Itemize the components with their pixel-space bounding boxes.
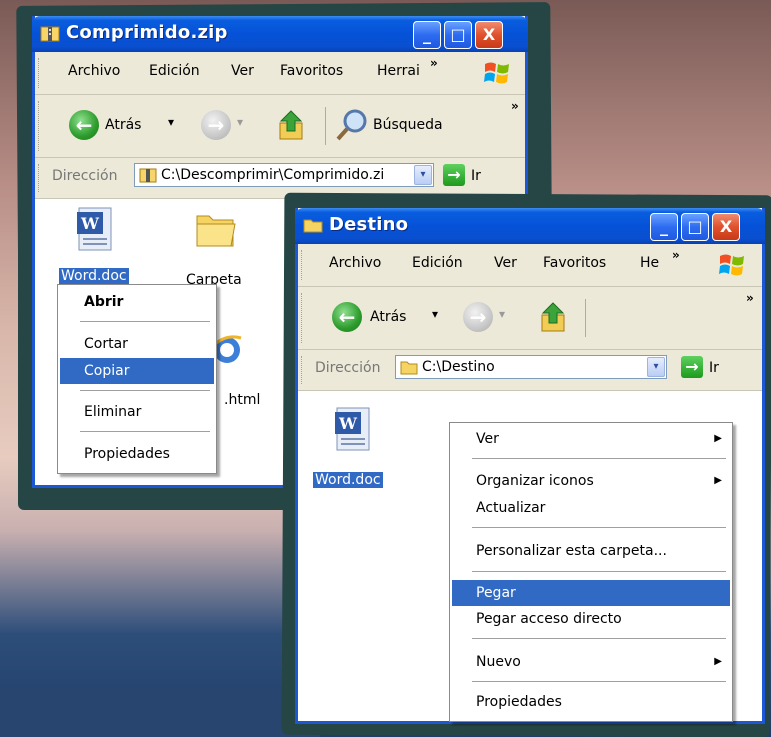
window1-address-input[interactable]: C:\Descomprimir\Comprimido.zi ▾ bbox=[134, 163, 434, 187]
file-html[interactable]: .html bbox=[224, 392, 260, 408]
window1-back-icon[interactable]: ← bbox=[69, 110, 99, 140]
ctx-ver[interactable]: Ver ▶ bbox=[452, 426, 730, 452]
menu-archivo[interactable]: Archivo bbox=[68, 63, 120, 79]
menu-herramientas[interactable]: Herrai bbox=[377, 63, 420, 79]
window1-minimize-button[interactable]: _ bbox=[413, 21, 441, 49]
ctx-pegar[interactable]: Pegar bbox=[452, 580, 730, 606]
window2-toolbar: ← Atrás ▾ → ▾ » bbox=[298, 287, 762, 350]
context-menu-paste: Ver ▶ Organizar iconos ▶ Actualizar Pers… bbox=[449, 422, 733, 722]
window2-toolbar-sep bbox=[585, 299, 586, 337]
toolbar2-overflow-icon[interactable]: » bbox=[746, 291, 754, 305]
window2-title: Destino bbox=[329, 214, 409, 235]
context-menu-copy: Abrir Cortar Copiar Eliminar Propiedades bbox=[57, 284, 217, 474]
window1-address-value: C:\Descomprimir\Comprimido.zi bbox=[161, 167, 385, 183]
window2-maximize-button[interactable]: □ bbox=[681, 213, 709, 241]
window2-address-value: C:\Destino bbox=[422, 359, 495, 375]
search-icon[interactable] bbox=[335, 107, 369, 143]
submenu-arrow-icon: ▶ bbox=[714, 433, 722, 444]
file-word-doc[interactable]: Word.doc bbox=[59, 268, 129, 284]
ctx-propiedades[interactable]: Propiedades bbox=[60, 441, 214, 467]
window2-minimize-button[interactable]: _ bbox=[650, 213, 678, 241]
window1-menubar: Archivo Edición Ver Favoritos Herrai » bbox=[35, 52, 525, 95]
window1-go-button[interactable]: Ir bbox=[471, 168, 481, 184]
menu2-archivo[interactable]: Archivo bbox=[329, 255, 381, 271]
menu2-overflow-icon[interactable]: » bbox=[672, 248, 680, 262]
window2-address-label: Dirección bbox=[315, 360, 381, 376]
window1-title: Comprimido.zip bbox=[66, 22, 228, 43]
ctx-personalizar[interactable]: Personalizar esta carpeta... bbox=[452, 538, 730, 564]
window1-address-label: Dirección bbox=[52, 168, 118, 184]
ctx-pegar-acceso-directo[interactable]: Pegar acceso directo bbox=[452, 606, 730, 632]
window1-toolbar: ← Atrás ▾ → ▾ Búsqueda » bbox=[35, 95, 525, 158]
ctx-actualizar[interactable]: Actualizar bbox=[452, 495, 730, 521]
window1-back-button[interactable]: Atrás bbox=[105, 117, 141, 133]
zip-folder-icon bbox=[40, 26, 60, 42]
word-document-icon-pasted[interactable]: W bbox=[331, 406, 375, 454]
ctx-propiedades-2[interactable]: Propiedades bbox=[452, 689, 730, 715]
toolbar-overflow-icon[interactable]: » bbox=[511, 99, 519, 113]
window2-forward-dropdown-icon[interactable]: ▾ bbox=[499, 307, 505, 321]
window2-up-folder-icon[interactable] bbox=[539, 301, 569, 333]
window1-maximize-button[interactable]: □ bbox=[444, 21, 472, 49]
windows-logo-icon bbox=[484, 62, 509, 84]
ctx-abrir[interactable]: Abrir bbox=[60, 289, 214, 315]
menu-ver[interactable]: Ver bbox=[231, 63, 254, 79]
windows-logo-icon bbox=[719, 254, 744, 276]
window2-addressbar: Dirección C:\Destino ▾ → Ir bbox=[298, 350, 762, 391]
folder-icon[interactable] bbox=[193, 208, 239, 252]
menu-edicion[interactable]: Edición bbox=[149, 63, 200, 79]
window1-toolbar-sep bbox=[325, 107, 326, 145]
ie-html-icon[interactable] bbox=[213, 328, 243, 372]
window2-go-button[interactable]: Ir bbox=[709, 360, 719, 376]
submenu-arrow-icon: ▶ bbox=[714, 656, 722, 667]
zip-folder-small-icon bbox=[139, 168, 157, 183]
window2-back-button[interactable]: Atrás bbox=[370, 309, 406, 325]
menu-overflow-icon[interactable]: » bbox=[430, 56, 438, 70]
ctx-copiar[interactable]: Copiar bbox=[60, 358, 214, 384]
window2-back-dropdown-icon[interactable]: ▾ bbox=[432, 307, 438, 321]
window1-titlebar[interactable]: Comprimido.zip _ □ X bbox=[32, 16, 528, 52]
svg-text:W: W bbox=[80, 214, 100, 233]
menu2-ver[interactable]: Ver bbox=[494, 255, 517, 271]
word-document-icon[interactable]: W bbox=[73, 206, 117, 254]
menu-favoritos[interactable]: Favoritos bbox=[280, 63, 343, 79]
ctx-eliminar[interactable]: Eliminar bbox=[60, 399, 214, 425]
window2-go-arrow-icon[interactable]: → bbox=[681, 356, 703, 378]
window1-go-arrow-icon[interactable]: → bbox=[443, 164, 465, 186]
folder-title-icon bbox=[303, 219, 323, 233]
window1-address-dropdown-icon[interactable]: ▾ bbox=[414, 165, 432, 185]
window1-forward-dropdown-icon[interactable]: ▾ bbox=[237, 115, 243, 129]
search-button[interactable]: Búsqueda bbox=[373, 117, 443, 133]
window1-back-dropdown-icon[interactable]: ▾ bbox=[168, 115, 174, 129]
submenu-arrow-icon: ▶ bbox=[714, 475, 722, 486]
menu2-edicion[interactable]: Edición bbox=[412, 255, 463, 271]
window1-close-button[interactable]: X bbox=[475, 21, 503, 49]
window2-titlebar[interactable]: Destino _ □ X bbox=[295, 208, 765, 244]
menu2-help[interactable]: He bbox=[640, 255, 659, 271]
window1-up-folder-icon[interactable] bbox=[277, 109, 307, 141]
window2-forward-icon[interactable]: → bbox=[463, 302, 493, 332]
window2-back-icon[interactable]: ← bbox=[332, 302, 362, 332]
file-word-doc-pasted[interactable]: Word.doc bbox=[313, 472, 383, 488]
window2-address-dropdown-icon[interactable]: ▾ bbox=[647, 357, 665, 377]
ctx-organizar-iconos[interactable]: Organizar iconos ▶ bbox=[452, 468, 730, 494]
folder-small-icon bbox=[400, 361, 418, 375]
window2-menubar: Archivo Edición Ver Favoritos He » bbox=[298, 244, 762, 287]
desktop-taskbar-area bbox=[0, 690, 320, 737]
ctx-nuevo[interactable]: Nuevo ▶ bbox=[452, 649, 730, 675]
menu2-favoritos[interactable]: Favoritos bbox=[543, 255, 606, 271]
window2-address-input[interactable]: C:\Destino ▾ bbox=[395, 355, 667, 379]
window1-forward-icon[interactable]: → bbox=[201, 110, 231, 140]
window2-close-button[interactable]: X bbox=[712, 213, 740, 241]
svg-text:W: W bbox=[338, 414, 358, 433]
ctx-cortar[interactable]: Cortar bbox=[60, 331, 214, 357]
